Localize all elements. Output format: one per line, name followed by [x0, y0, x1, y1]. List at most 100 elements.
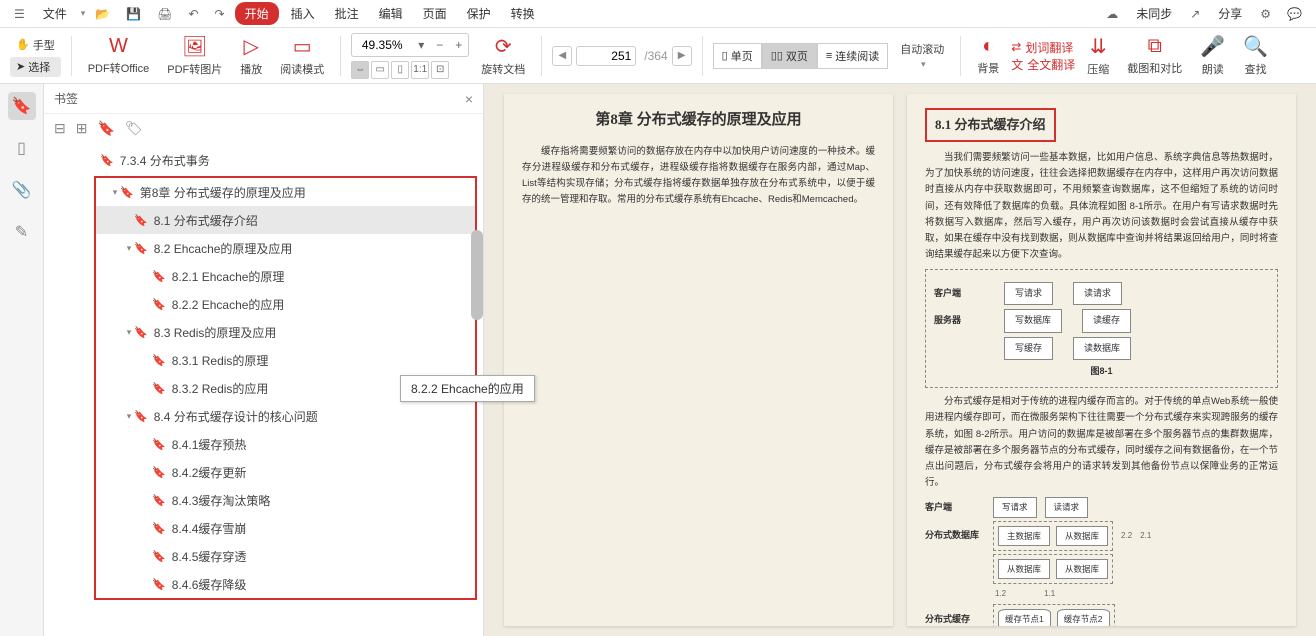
play-button[interactable]: ▷播放	[234, 34, 268, 77]
bookmark-icon: 🔖	[152, 438, 166, 451]
bookmark-icon: 🔖	[100, 154, 114, 167]
bookmark-icon: 🔖	[152, 298, 166, 311]
open-icon[interactable]: 📂	[89, 4, 116, 24]
bookmark-icon: 🔖	[152, 550, 166, 563]
expand-all-icon[interactable]: ⊞	[76, 120, 88, 137]
chat-icon[interactable]: 💬	[1281, 4, 1308, 24]
page-input[interactable]	[576, 46, 636, 66]
bookmark-item[interactable]: 🔖8.4.3缓存淘汰策略	[96, 486, 475, 514]
undo-icon[interactable]: ↶	[182, 4, 204, 24]
page-right: 8.1 分布式缓存介绍 当我们需要频繁访问一些基本数据，比如用户信息、系统字典信…	[907, 94, 1296, 626]
paragraph: 缓存指将需要频繁访问的数据存放在内存中以加快用户访问速度的一种技术。缓存分进程级…	[522, 144, 875, 209]
bookmark-item[interactable]: 🔖8.4.1缓存预热	[96, 430, 475, 458]
search-icon: 🔍	[1243, 34, 1268, 59]
edit-tab-icon[interactable]: ✎	[8, 218, 36, 246]
single-page[interactable]: ▯单页	[713, 43, 762, 69]
bookmark-tab-icon[interactable]: 🔖	[8, 92, 36, 120]
bookmark-icon: 🔖	[134, 410, 148, 423]
bookmark-item[interactable]: ▾🔖8.4 分布式缓存设计的核心问题	[96, 402, 475, 430]
sync-status[interactable]: 未同步	[1128, 2, 1180, 25]
prev-page[interactable]: ◀	[552, 46, 572, 66]
redo-icon[interactable]: ↷	[209, 4, 231, 24]
actual-size[interactable]: 1:1	[411, 61, 429, 79]
select-tool[interactable]: ➤选择	[10, 57, 61, 77]
menu-start[interactable]: 开始	[235, 2, 279, 25]
bookmark-item[interactable]: 🔖8.3.1 Redis的原理	[96, 346, 475, 374]
zoom-out-icon[interactable]: −	[430, 38, 449, 52]
bookmark-item[interactable]: 🔖8.4.6缓存降级	[96, 570, 475, 598]
fit-visible[interactable]: ⊡	[431, 61, 449, 79]
save-icon[interactable]: 💾	[120, 4, 147, 24]
menu-convert[interactable]: 转换	[503, 2, 543, 25]
next-page[interactable]: ▶	[672, 46, 692, 66]
compress[interactable]: ⇊压缩	[1081, 34, 1115, 77]
nav-strip: 🔖 ▯ 📎 ✎	[0, 84, 44, 636]
menu-share[interactable]: 分享	[1210, 2, 1250, 25]
document-viewer[interactable]: 第8章 分布式缓存的原理及应用 缓存指将需要频繁访问的数据存放在内存中以加快用户…	[484, 84, 1316, 636]
chapter-title: 第8章 分布式缓存的原理及应用	[522, 108, 875, 134]
menu-insert[interactable]: 插入	[283, 2, 323, 25]
attachment-tab-icon[interactable]: 📎	[8, 176, 36, 204]
bookmark-sidebar: 书签 × ⊟ ⊞ 🔖 🏷 🔖7.3.4 分布式事务 ▾🔖第8章 分布式缓存的原理…	[44, 84, 484, 636]
zoom-input[interactable]	[352, 38, 412, 52]
bookmark-item[interactable]: 🔖8.1 分布式缓存介绍	[96, 206, 475, 234]
fit-width[interactable]: ⇔	[351, 61, 369, 79]
single-icon: ▯	[722, 49, 728, 62]
zoom-in-icon[interactable]: +	[449, 38, 468, 52]
word-translate[interactable]: ⇄划词翻译	[1011, 39, 1075, 56]
crop-icon: ⧉	[1148, 35, 1162, 58]
sidebar-title: 书签	[54, 90, 78, 107]
bookmark-item[interactable]: 🔖8.4.2缓存更新	[96, 458, 475, 486]
double-icon: ▯▯	[771, 49, 783, 62]
full-translate[interactable]: 文全文翻译	[1011, 56, 1075, 73]
bookmark-icon: 🔖	[152, 466, 166, 479]
collapse-all-icon[interactable]: ⊟	[54, 120, 66, 137]
word-icon: W	[109, 35, 128, 58]
thumbnail-tab-icon[interactable]: ▯	[8, 134, 36, 162]
bookmark-item[interactable]: ▾🔖8.3 Redis的原理及应用	[96, 318, 475, 346]
double-page[interactable]: ▯▯双页	[762, 43, 817, 69]
image-icon: 🖼	[182, 34, 207, 59]
close-icon[interactable]: ×	[465, 91, 473, 107]
auto-scroll[interactable]: 自动滚动▾	[894, 41, 950, 70]
crop-compare[interactable]: ⧉截图和对比	[1121, 35, 1188, 76]
add-bookmark-icon[interactable]: 🔖	[97, 120, 114, 137]
find[interactable]: 🔍查找	[1237, 34, 1274, 77]
rotate-doc[interactable]: ⟳旋转文档	[475, 34, 531, 77]
bookmark-item[interactable]: 🔖7.3.4 分布式事务	[44, 146, 483, 174]
bookmark-icon: 🔖	[134, 214, 148, 227]
print-icon[interactable]: 🖨	[151, 4, 178, 24]
fit-height[interactable]: ▯	[391, 61, 409, 79]
continuous[interactable]: ≡连续阅读	[817, 43, 888, 69]
tooltip: 8.2.2 Ehcache的应用	[400, 375, 535, 402]
menu-file[interactable]: 文件	[35, 2, 75, 25]
menu-annotate[interactable]: 批注	[327, 2, 367, 25]
menu-page[interactable]: 页面	[415, 2, 455, 25]
pdf-to-image[interactable]: 🖼PDF转图片	[161, 34, 228, 77]
menu-edit[interactable]: 编辑	[371, 2, 411, 25]
zoom-dropdown[interactable]: ▾	[412, 38, 430, 52]
compress-icon: ⇊	[1090, 34, 1107, 59]
background[interactable]: ◐背景	[971, 35, 1005, 76]
bookmark-icon: 🔖	[134, 242, 148, 255]
add-sub-bookmark-icon[interactable]: 🏷	[125, 120, 143, 137]
cloud-icon[interactable]: ☁	[1100, 4, 1124, 24]
bookmark-item[interactable]: ▾🔖第8章 分布式缓存的原理及应用	[96, 178, 475, 206]
read-aloud[interactable]: 🎤朗读	[1194, 34, 1231, 77]
gear-icon[interactable]: ⚙	[1254, 4, 1277, 24]
hand-tool[interactable]: ✋手型	[10, 35, 61, 55]
read-mode[interactable]: ▭阅读模式	[274, 34, 330, 77]
share-icon[interactable]: ↗	[1184, 4, 1206, 24]
bookmark-item[interactable]: 🔖8.2.1 Ehcache的原理	[96, 262, 475, 290]
fit-page[interactable]: ▭	[371, 61, 389, 79]
play-icon: ▷	[244, 34, 259, 59]
menu-hamburger-icon[interactable]: ☰	[8, 4, 31, 24]
bookmark-item[interactable]: 🔖8.2.2 Ehcache的应用	[96, 290, 475, 318]
bookmark-item[interactable]: 🔖8.4.5缓存穿透	[96, 542, 475, 570]
menu-protect[interactable]: 保护	[459, 2, 499, 25]
paragraph: 分布式缓存是相对于传统的进程内缓存而言的。对于传统的单点Web系统一般使用进程内…	[925, 394, 1278, 491]
pdf-to-office[interactable]: WPDF转Office	[82, 35, 156, 76]
bookmark-item[interactable]: ▾🔖8.2 Ehcache的原理及应用	[96, 234, 475, 262]
bookmark-item[interactable]: 🔖8.4.4缓存雪崩	[96, 514, 475, 542]
scrollbar-handle[interactable]	[471, 230, 483, 320]
